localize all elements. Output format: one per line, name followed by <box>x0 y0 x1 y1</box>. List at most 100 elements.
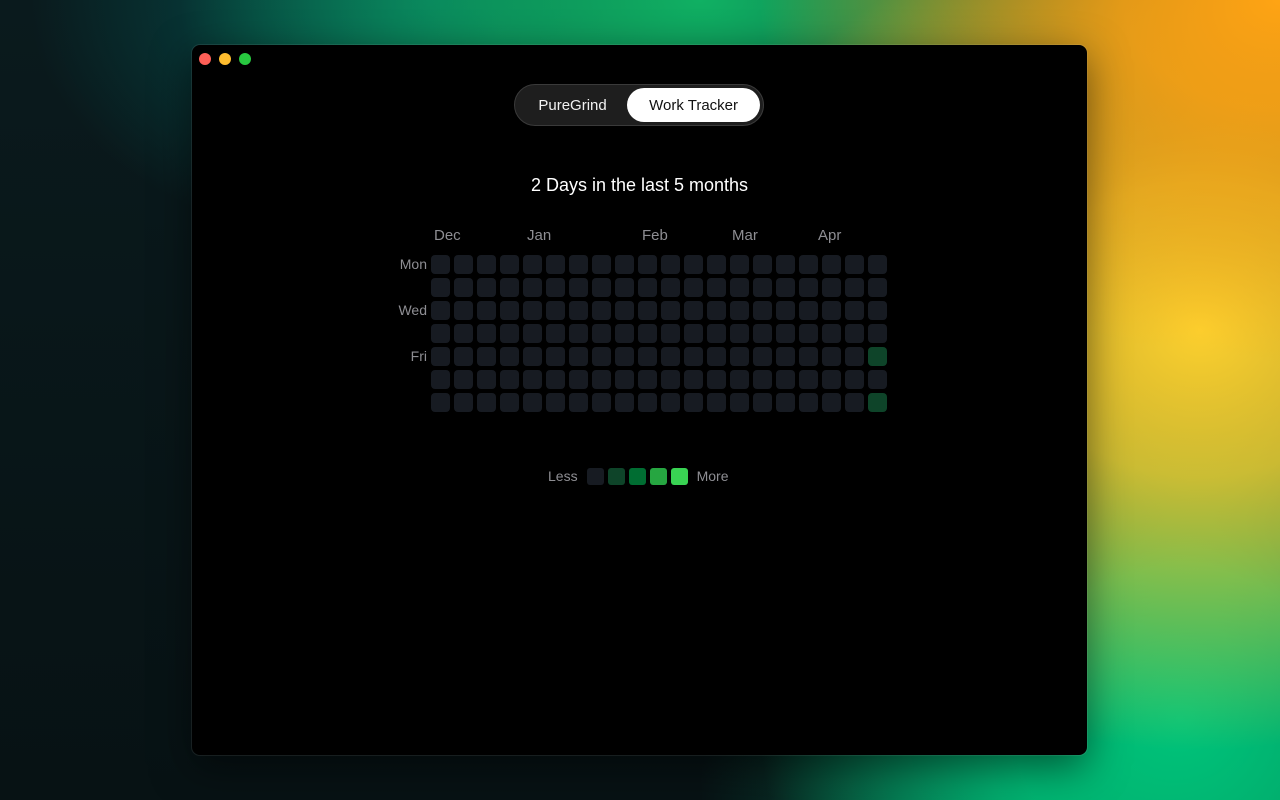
heatmap-cell <box>523 370 542 389</box>
heatmap-cell <box>638 255 657 274</box>
heatmap-cell <box>684 370 703 389</box>
legend-swatch <box>628 467 646 485</box>
heatmap-cell <box>592 255 611 274</box>
heatmap-cell <box>799 347 818 366</box>
heatmap-cell <box>615 324 634 343</box>
heatmap-cell <box>569 393 588 412</box>
heatmap-cell <box>661 347 680 366</box>
heatmap-cell <box>592 393 611 412</box>
heatmap-cell <box>523 324 542 343</box>
day-label: Mon <box>399 256 427 272</box>
heatmap-cell <box>868 370 887 389</box>
heatmap-cell <box>569 278 588 297</box>
heatmap-cell <box>661 301 680 320</box>
heatmap-cell <box>500 347 519 366</box>
heatmap-cell <box>799 278 818 297</box>
heatmap-cell <box>661 370 680 389</box>
heatmap-cell <box>569 347 588 366</box>
heatmap-cell <box>454 370 473 389</box>
heatmap-cell <box>546 255 565 274</box>
heatmap-cell <box>431 393 450 412</box>
heatmap-cell <box>776 393 795 412</box>
heatmap-cell <box>454 301 473 320</box>
heatmap-cell <box>569 255 588 274</box>
heatmap-cell <box>569 301 588 320</box>
heatmap-cell <box>730 370 749 389</box>
heatmap-cell <box>523 393 542 412</box>
heatmap-cell <box>523 301 542 320</box>
minimize-window-button[interactable] <box>219 53 231 65</box>
heatmap-cell <box>431 347 450 366</box>
heatmap-cell <box>546 370 565 389</box>
heatmap-cell <box>822 255 841 274</box>
heatmap-cell <box>500 278 519 297</box>
heatmap-cell <box>684 278 703 297</box>
heatmap-cell <box>546 324 565 343</box>
app-window: PureGrind Work Tracker 2 Days in the las… <box>192 45 1087 755</box>
heatmap-cell <box>638 370 657 389</box>
heatmap-cell <box>431 278 450 297</box>
heatmap-cell <box>500 370 519 389</box>
legend-swatches <box>586 467 688 485</box>
heatmap-cell <box>707 278 726 297</box>
heatmap-cell <box>477 347 496 366</box>
legend-more-label: More <box>696 468 729 484</box>
tab-work-tracker[interactable]: Work Tracker <box>627 88 760 122</box>
heatmap-cell <box>684 301 703 320</box>
heatmap-cell <box>523 255 542 274</box>
heatmap-cell <box>615 393 634 412</box>
day-label: Fri <box>410 348 427 364</box>
heatmap-cell <box>615 370 634 389</box>
heatmap-cell <box>845 347 864 366</box>
heatmap-cell <box>730 324 749 343</box>
heatmap-cell <box>776 255 795 274</box>
heatmap-cell <box>845 324 864 343</box>
heatmap-cell <box>638 324 657 343</box>
heatmap-cell <box>845 370 864 389</box>
heatmap-cell <box>500 255 519 274</box>
heatmap-cell <box>431 301 450 320</box>
tab-puregrind[interactable]: PureGrind <box>518 88 627 122</box>
close-window-button[interactable] <box>199 53 211 65</box>
heatmap-cell <box>868 278 887 297</box>
heatmap-cell <box>822 347 841 366</box>
heatmap-cell <box>799 393 818 412</box>
heatmap-cell <box>454 324 473 343</box>
heatmap-cell <box>753 324 772 343</box>
heatmap-cell <box>477 324 496 343</box>
heatmap-cell <box>684 255 703 274</box>
heatmap-cell <box>707 370 726 389</box>
zoom-window-button[interactable] <box>239 53 251 65</box>
heatmap-cell <box>845 301 864 320</box>
heatmap-cell <box>730 278 749 297</box>
heatmap-cell <box>615 278 634 297</box>
heatmap-cell <box>454 347 473 366</box>
heatmap-cell <box>454 255 473 274</box>
month-label: Dec <box>434 227 461 244</box>
heatmap-cell <box>684 393 703 412</box>
heatmap-cell <box>776 301 795 320</box>
heatmap-cell <box>822 324 841 343</box>
heatmap-cell <box>776 370 795 389</box>
heatmap-cell <box>868 324 887 343</box>
heatmap-cell <box>776 324 795 343</box>
heatmap-cell <box>822 393 841 412</box>
day-label: Wed <box>398 302 427 318</box>
heatmap-cell <box>730 393 749 412</box>
heatmap-cell <box>592 347 611 366</box>
heatmap-cell <box>477 278 496 297</box>
heatmap-cell <box>477 255 496 274</box>
heatmap-cell <box>753 255 772 274</box>
heatmap-cell <box>638 278 657 297</box>
heatmap-cell <box>845 393 864 412</box>
legend-less-label: Less <box>548 468 578 484</box>
heatmap-cell <box>684 347 703 366</box>
legend-swatch <box>607 467 625 485</box>
month-label: Mar <box>732 227 758 244</box>
heatmap-cell <box>569 370 588 389</box>
heatmap-cell <box>868 255 887 274</box>
heatmap-cell <box>477 393 496 412</box>
heatmap-cell <box>868 301 887 320</box>
heatmap-cell <box>454 278 473 297</box>
heatmap-cell <box>753 393 772 412</box>
